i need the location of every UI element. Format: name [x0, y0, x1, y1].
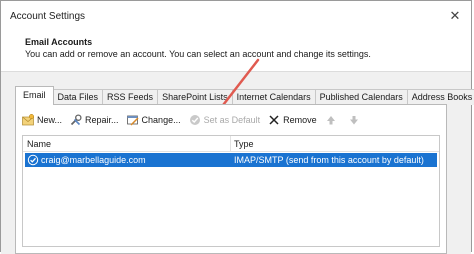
toolbar: New... Repair... Change... Set as Defaul…	[22, 112, 371, 128]
new-button-label: New...	[37, 115, 63, 125]
close-icon[interactable]: ✕	[447, 8, 463, 24]
dialog-body: Email Data Files RSS Feeds SharePoint Li…	[1, 71, 474, 254]
header-panel: Email Accounts You can add or remove an …	[1, 29, 471, 71]
header-description: You can add or remove an account. You ca…	[25, 49, 371, 59]
tab-address-books[interactable]: Address Books	[406, 89, 474, 105]
tab-email[interactable]: Email	[15, 86, 54, 105]
new-account-icon	[22, 114, 34, 126]
default-account-check-icon	[27, 154, 39, 166]
accounts-list: Name Type craig@marbellaguide.com IMAP/S…	[22, 135, 440, 247]
account-row[interactable]: craig@marbellaguide.com IMAP/SMTP (send …	[25, 153, 437, 167]
move-down-icon	[349, 116, 358, 125]
tab-internet-calendars[interactable]: Internet Calendars	[231, 89, 316, 105]
repair-icon	[70, 114, 82, 126]
set-as-default-label: Set as Default	[203, 115, 261, 125]
remove-button[interactable]: Remove	[268, 114, 317, 126]
column-divider[interactable]	[230, 136, 231, 151]
repair-button[interactable]: Repair...	[70, 114, 119, 126]
move-up-button[interactable]	[325, 114, 340, 126]
tab-data-files[interactable]: Data Files	[52, 89, 104, 105]
header-title: Email Accounts	[25, 37, 93, 47]
set-default-icon	[189, 115, 200, 125]
move-down-button[interactable]	[348, 114, 363, 126]
tab-published-calendars[interactable]: Published Calendars	[314, 89, 408, 105]
move-up-icon	[326, 116, 335, 125]
tab-sharepoint-lists[interactable]: SharePoint Lists	[157, 89, 233, 105]
change-button-label: Change...	[141, 115, 181, 125]
account-settings-window: Account Settings ✕ Email Accounts You ca…	[0, 0, 474, 254]
title-bar: Account Settings ✕	[1, 1, 471, 29]
account-name: craig@marbellaguide.com	[41, 155, 146, 165]
remove-icon	[269, 115, 279, 125]
column-header-type[interactable]: Type	[234, 139, 254, 149]
remove-button-label: Remove	[283, 115, 317, 125]
tab-rss-feeds[interactable]: RSS Feeds	[102, 89, 159, 105]
list-header: Name Type	[23, 136, 439, 152]
account-type: IMAP/SMTP (send from this account by def…	[234, 155, 424, 165]
change-button[interactable]: Change...	[126, 114, 181, 126]
repair-button-label: Repair...	[85, 115, 119, 125]
tab-strip: Email Data Files RSS Feeds SharePoint Li…	[15, 86, 474, 105]
change-icon	[126, 115, 139, 126]
new-button[interactable]: New...	[22, 114, 62, 126]
column-header-name[interactable]: Name	[27, 139, 51, 149]
email-tab-panel: New... Repair... Change... Set as Defaul…	[15, 104, 447, 254]
window-title: Account Settings	[10, 11, 86, 22]
set-as-default-button[interactable]: Set as Default	[189, 114, 261, 126]
